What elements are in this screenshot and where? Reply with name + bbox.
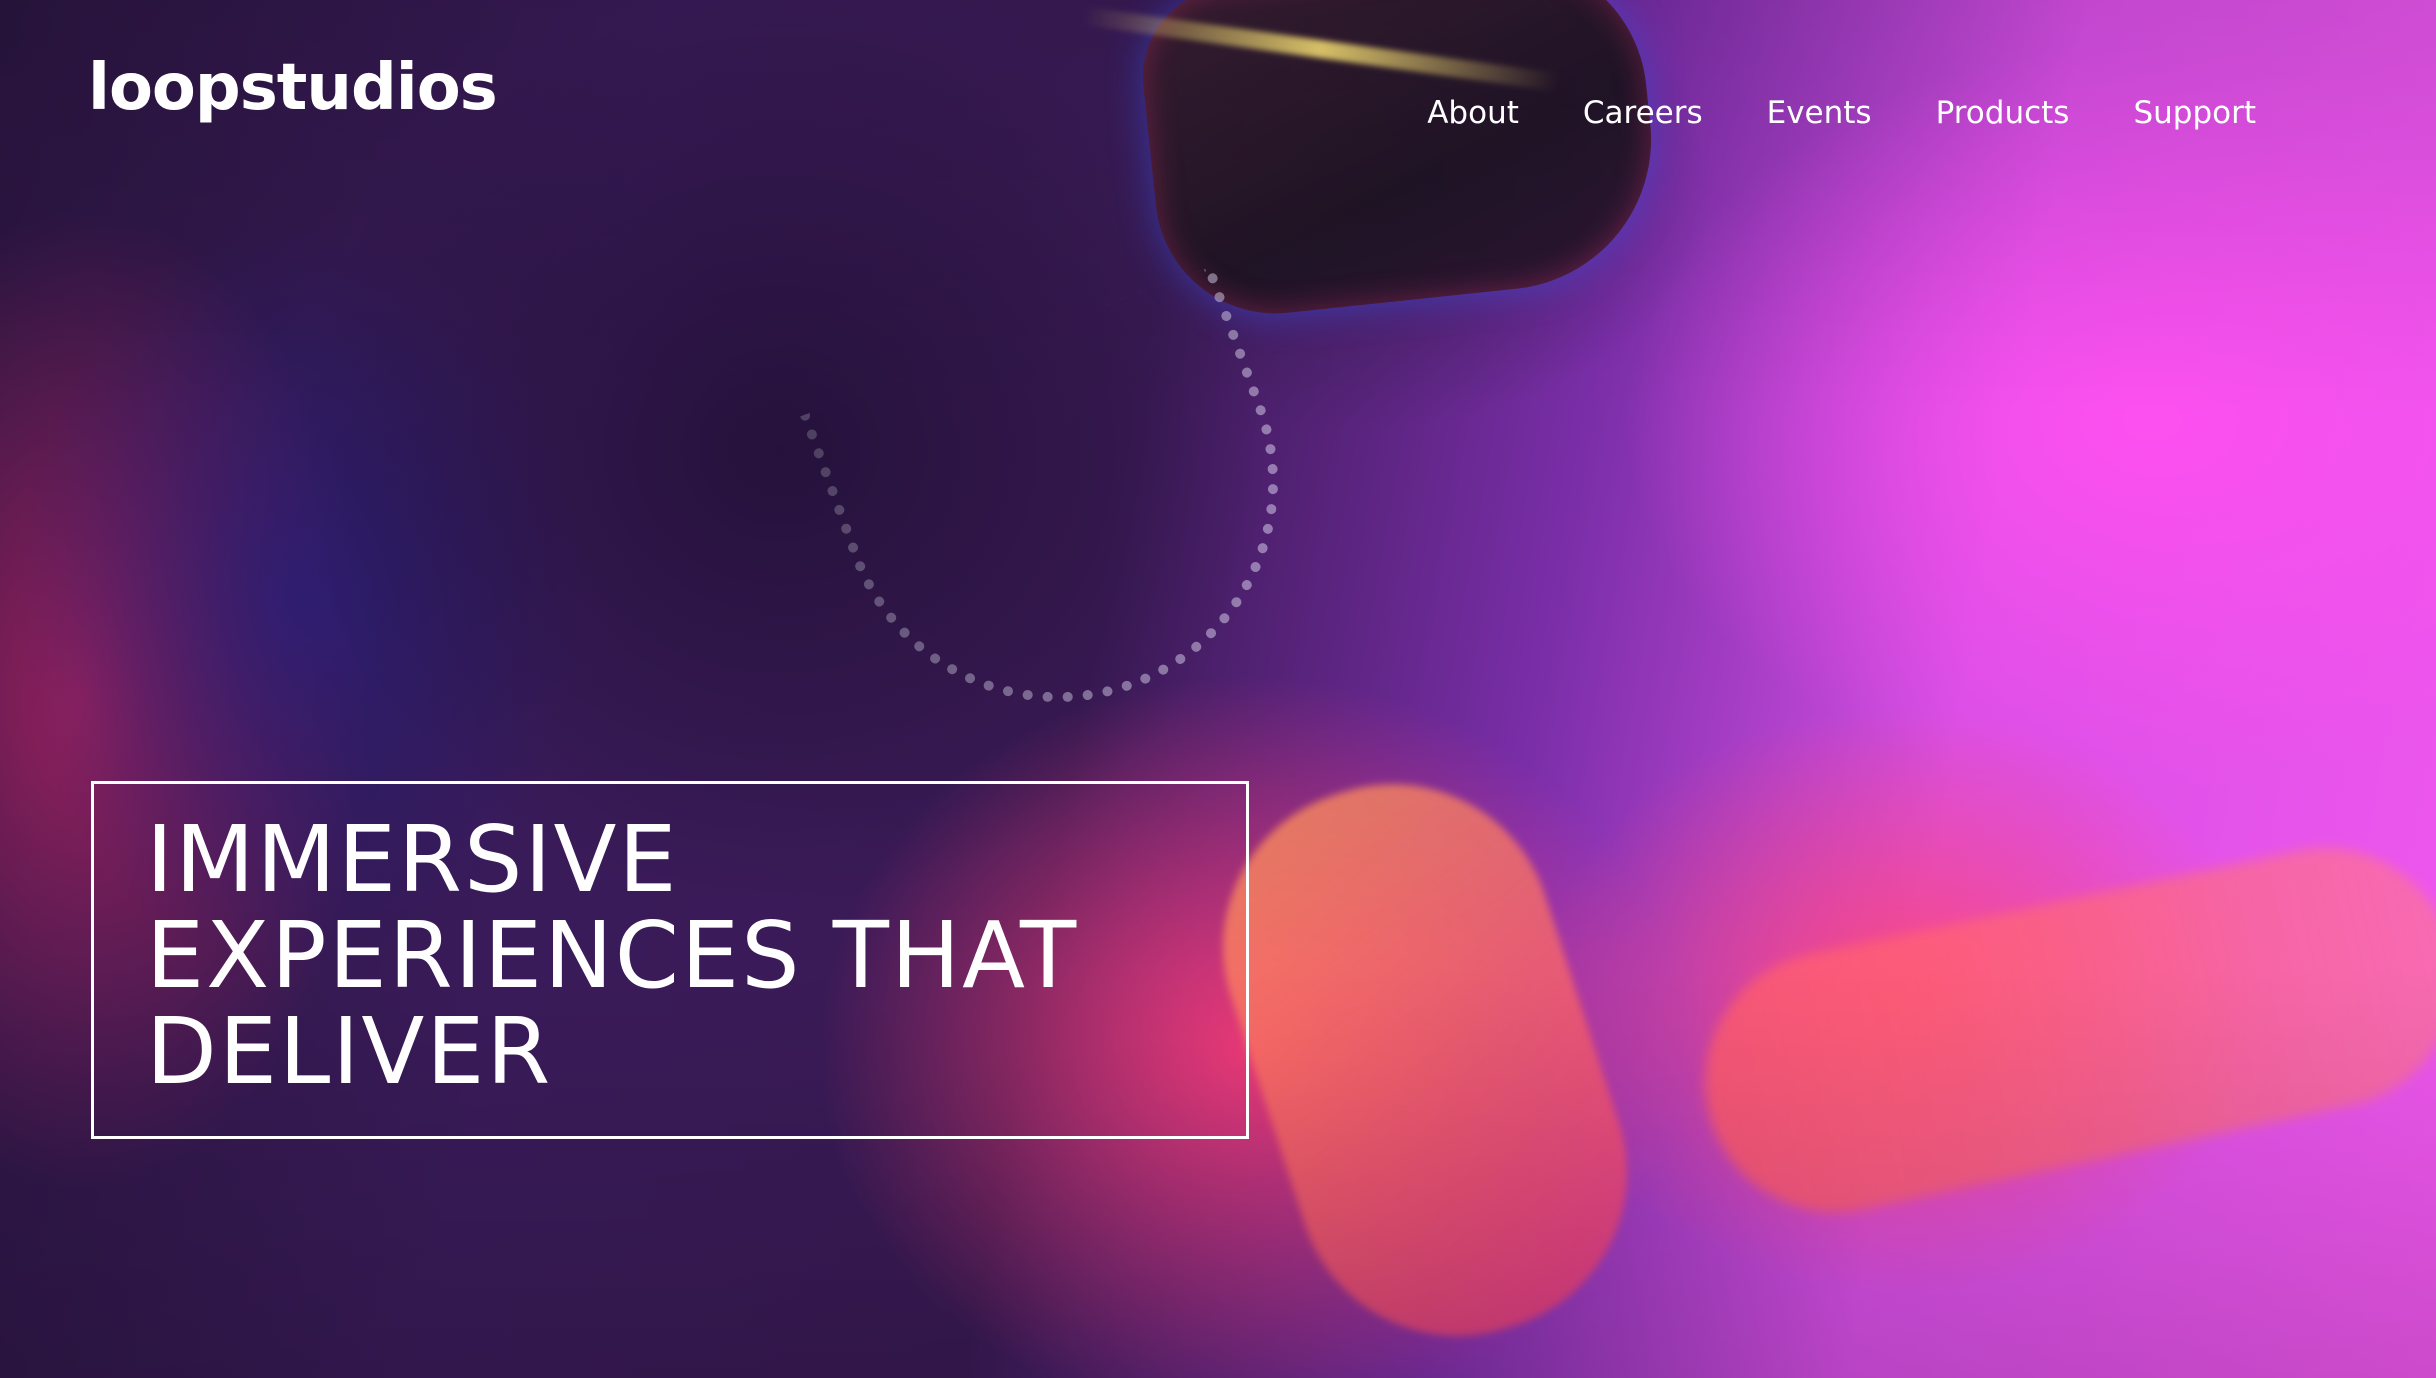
- nav-link-about[interactable]: About: [1427, 95, 1519, 131]
- page: loopstudios About Careers Events Product…: [0, 0, 2436, 1378]
- nav-link-support[interactable]: Support: [2133, 95, 2256, 131]
- hero-image-shade: [0, 0, 2436, 1378]
- nav-item-products: Products: [1936, 98, 2070, 129]
- logo[interactable]: loopstudios: [88, 56, 498, 120]
- hero-headline-line: DELIVER: [146, 998, 553, 1105]
- hero-headline-box: IMMERSIVE EXPERIENCES THAT DELIVER: [91, 781, 1249, 1139]
- nav-link-careers[interactable]: Careers: [1583, 95, 1703, 131]
- nav-link-products[interactable]: Products: [1936, 95, 2070, 131]
- hero-headline: IMMERSIVE EXPERIENCES THAT DELIVER: [146, 812, 1194, 1100]
- nav-link-events[interactable]: Events: [1767, 95, 1872, 131]
- hero-headline-line: EXPERIENCES THAT: [146, 902, 1079, 1009]
- main-nav: About Careers Events Products Support: [1427, 98, 2256, 129]
- nav-item-about: About: [1427, 98, 1519, 129]
- nav-item-support: Support: [2133, 98, 2256, 129]
- nav-item-events: Events: [1767, 98, 1872, 129]
- nav-item-careers: Careers: [1583, 98, 1703, 129]
- hero-headline-line: IMMERSIVE: [146, 806, 679, 913]
